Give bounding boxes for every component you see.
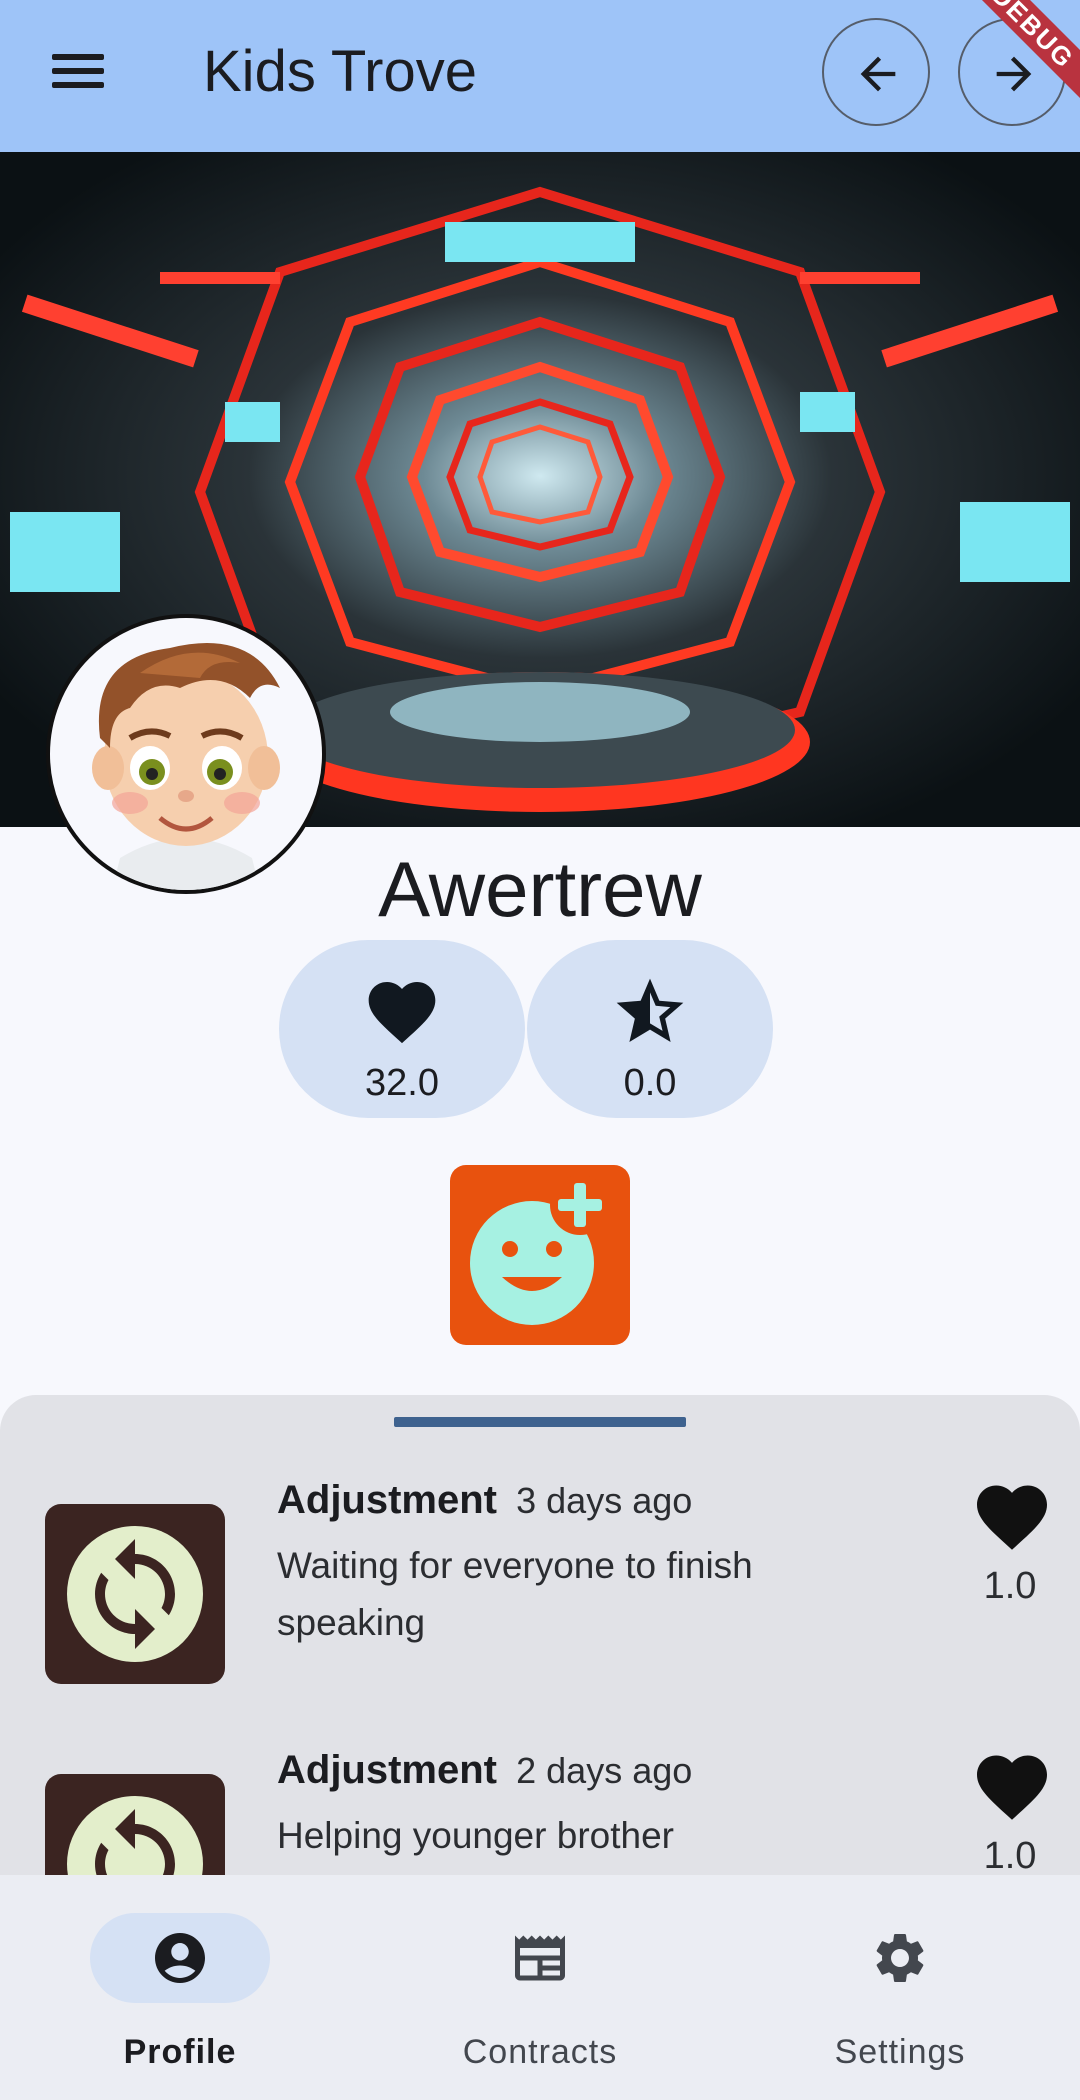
entry-value: 1.0	[983, 1565, 1037, 1607]
heart-icon	[977, 1485, 1047, 1550]
app-bar: Kids Trove DEBUG	[0, 0, 1080, 152]
sheet-drag-handle[interactable]	[394, 1417, 686, 1427]
nav-item-profile[interactable]: Profile	[0, 1875, 360, 2100]
heart-icon	[368, 982, 436, 1044]
entry-type: Adjustment	[277, 1478, 497, 1522]
stars-stat: 0.0	[527, 940, 773, 1118]
menu-icon-line	[52, 68, 104, 74]
hearts-stat: 32.0	[279, 940, 525, 1118]
entry-description: Waiting for everyone to finish speaking	[277, 1545, 753, 1643]
list-item[interactable]: Adjustment 2 days ago Helping younger br…	[0, 1745, 1080, 1875]
add-reaction-button[interactable]	[450, 1165, 630, 1345]
hearts-value: 32.0	[365, 1062, 439, 1104]
entry-time: 3 days ago	[516, 1480, 693, 1521]
entry-description: Helping younger brother	[277, 1815, 674, 1856]
bottom-navigation: Profile Contracts Settings	[0, 1875, 1080, 2100]
adjustment-icon-tile	[45, 1774, 225, 1875]
profile-name: Awertrew	[378, 845, 702, 933]
nav-label: Contracts	[462, 2033, 618, 2071]
stars-value: 0.0	[623, 1062, 677, 1104]
entry-type: Adjustment	[277, 1748, 497, 1792]
account-circle-icon	[155, 1933, 205, 1983]
entry-value: 1.0	[983, 1835, 1037, 1875]
menu-icon-line	[52, 82, 104, 88]
arrow-left-icon	[860, 56, 896, 92]
list-item[interactable]: Adjustment 3 days ago Waiting for everyo…	[0, 1475, 1080, 1715]
menu-button[interactable]	[42, 46, 114, 106]
add-reaction-icon	[470, 1175, 610, 1325]
star-half-icon	[616, 978, 684, 1042]
adjustment-icon-tile	[45, 1504, 225, 1684]
menu-icon-line	[52, 54, 104, 60]
history-sheet[interactable]: Adjustment 3 days ago Waiting for everyo…	[0, 1395, 1080, 1875]
entry-time: 2 days ago	[516, 1750, 693, 1791]
newspaper-icon	[515, 1935, 565, 1981]
heart-icon	[977, 1755, 1047, 1820]
app-title: Kids Trove	[203, 39, 477, 104]
arrow-right-icon	[996, 56, 1032, 92]
sync-icon	[95, 1809, 175, 1875]
nav-label: Settings	[834, 2033, 966, 2071]
nav-item-settings[interactable]: Settings	[720, 1875, 1080, 2100]
nav-item-contracts[interactable]: Contracts	[360, 1875, 720, 2100]
sync-icon	[95, 1539, 175, 1649]
nav-label: Profile	[123, 2033, 237, 2071]
back-button[interactable]	[822, 18, 930, 126]
gear-icon	[876, 1934, 924, 1982]
